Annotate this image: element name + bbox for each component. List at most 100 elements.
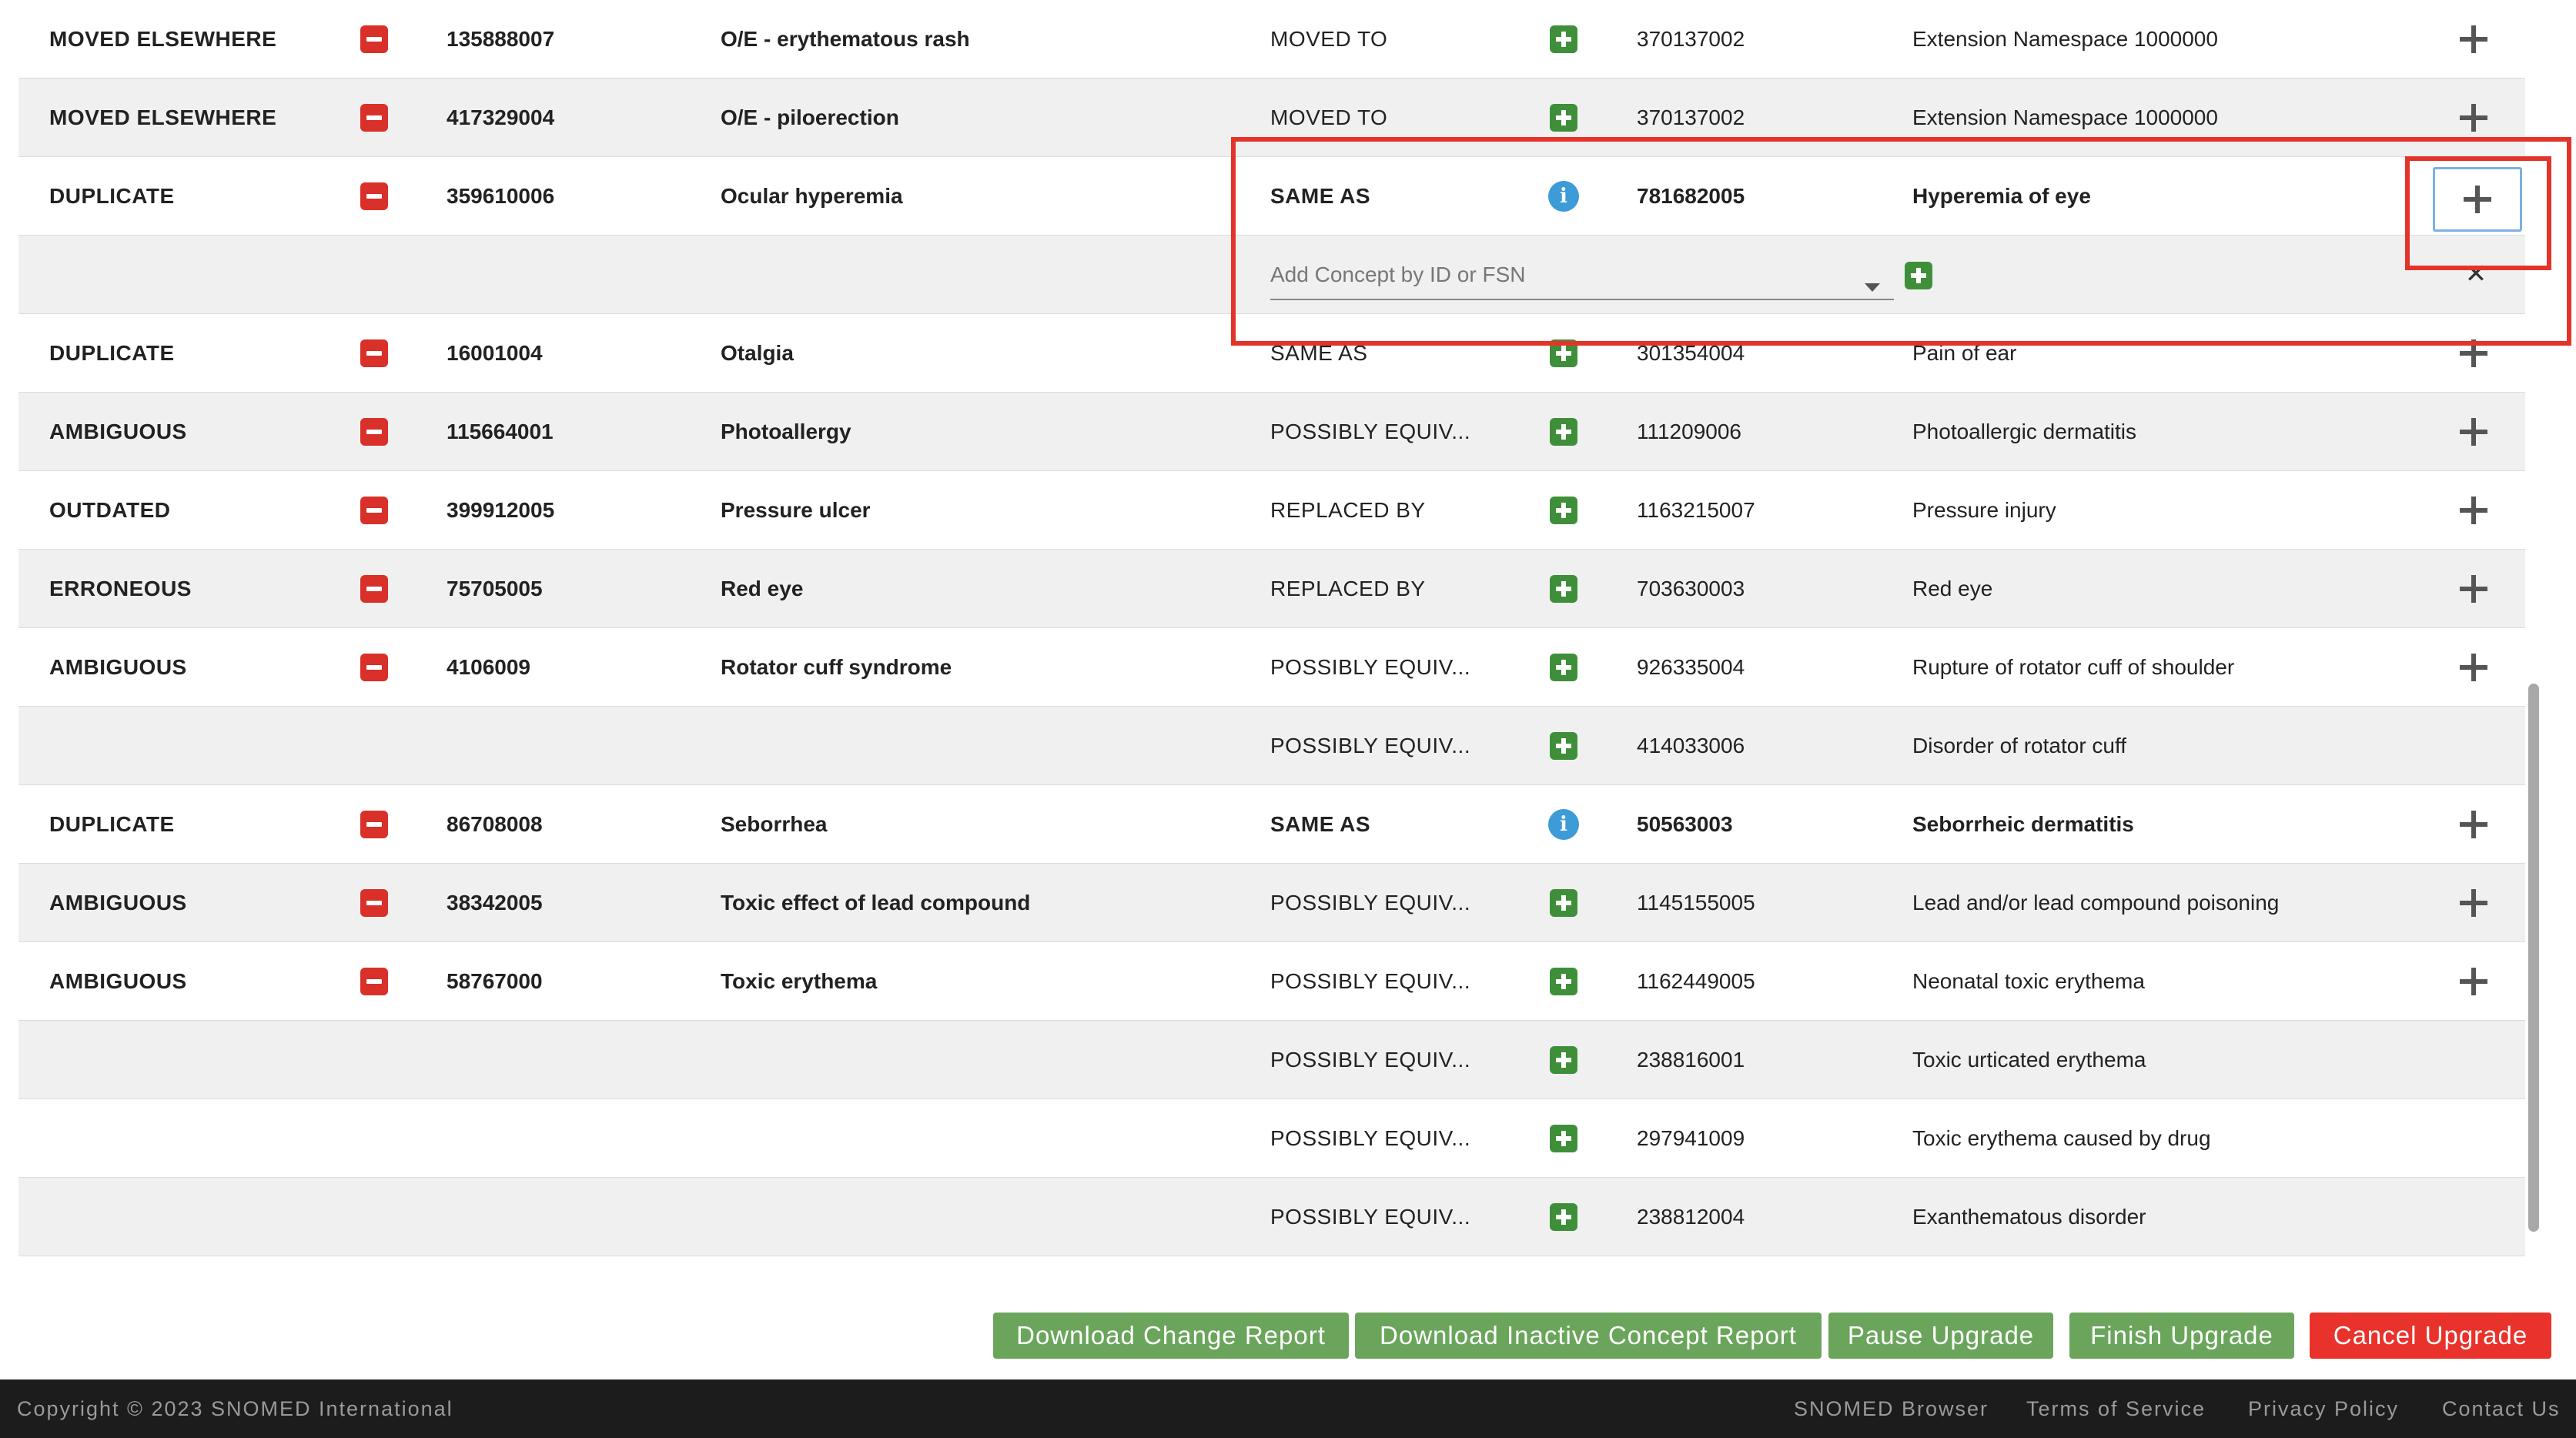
add-row-icon[interactable] xyxy=(2457,965,2490,998)
concept-name: Pressure ulcer xyxy=(721,498,871,522)
target-concept-name: Rupture of rotator cuff of shoulder xyxy=(1912,655,2235,679)
association-type: SAME AS xyxy=(1270,812,1371,836)
remove-icon[interactable] xyxy=(360,968,388,995)
target-concept-name: Extension Namespace 1000000 xyxy=(1912,27,2218,51)
add-row-icon[interactable] xyxy=(2457,23,2490,55)
add-concept-row: ✕ xyxy=(18,236,2525,314)
association-type: MOVED TO xyxy=(1270,105,1388,129)
add-row-icon[interactable] xyxy=(2457,887,2490,919)
add-target-icon[interactable] xyxy=(1550,732,1577,760)
inactivation-reason: MOVED ELSEWHERE xyxy=(49,27,277,51)
table-row: DUPLICATE 86708008 Seborrhea SAME AS i 505630… xyxy=(18,785,2525,864)
remove-icon[interactable] xyxy=(360,575,388,603)
remove-icon[interactable] xyxy=(360,25,388,53)
add-row-icon[interactable] xyxy=(2457,416,2490,448)
target-concept-name: Seborrheic dermatitis xyxy=(1912,812,2134,836)
add-row-icon[interactable] xyxy=(2457,337,2490,370)
add-concept-input[interactable] xyxy=(1270,251,1894,300)
target-concept-id: 370137002 xyxy=(1637,105,1745,129)
add-row-icon[interactable] xyxy=(2457,573,2490,605)
remove-icon[interactable] xyxy=(360,654,388,681)
remove-icon[interactable] xyxy=(360,497,388,524)
concept-name: Photoallergy xyxy=(721,420,851,443)
footer-link-contact-us[interactable]: Contact Us xyxy=(2442,1379,2561,1438)
add-row-icon[interactable] xyxy=(2457,102,2490,134)
table-row: OUTDATED 399912005 Pressure ulcer REPLACED … xyxy=(18,471,2525,550)
table-row: DUPLICATE 359610006 Ocular hyperemia SAME A… xyxy=(18,157,2525,236)
table-row: MOVED ELSEWHERE 417329004 O/E - piloerecti… xyxy=(18,79,2525,157)
add-row-icon[interactable] xyxy=(2457,808,2490,841)
remove-icon[interactable] xyxy=(360,889,388,917)
table-row: MOVED ELSEWHERE 135888007 O/E - erythemato… xyxy=(18,0,2525,79)
add-target-icon[interactable] xyxy=(1550,654,1577,681)
finish-upgrade-button[interactable]: Finish Upgrade xyxy=(2069,1313,2294,1359)
concept-name: Otalgia xyxy=(721,341,794,365)
inactivation-reason: DUPLICATE xyxy=(49,184,175,208)
add-target-icon[interactable] xyxy=(1550,104,1577,132)
vertical-scrollbar[interactable] xyxy=(2528,684,2539,1232)
footer-link-privacy-policy[interactable]: Privacy Policy xyxy=(2248,1379,2399,1438)
table-row: ERRONEOUS 75705005 Red eye REPLACED BY 70363… xyxy=(18,550,2525,628)
add-target-icon[interactable] xyxy=(1550,575,1577,603)
inactivation-reason: DUPLICATE xyxy=(49,341,175,365)
info-icon[interactable]: i xyxy=(1548,181,1579,212)
info-icon[interactable]: i xyxy=(1548,809,1579,840)
target-concept-name: Exanthematous disorder xyxy=(1912,1205,2146,1229)
concept-id: 58767000 xyxy=(447,969,543,993)
target-concept-name: Pressure injury xyxy=(1912,498,2056,522)
target-concept-id: 238812004 xyxy=(1637,1205,1745,1229)
target-concept-id: 301354004 xyxy=(1637,341,1745,365)
table-row: AMBIGUOUS 58767000 Toxic erythema POSSIBLY … xyxy=(18,942,2525,1021)
footer-link-terms-of-service[interactable]: Terms of Service xyxy=(2026,1379,2206,1438)
target-concept-name: Toxic erythema caused by drug xyxy=(1912,1126,2211,1150)
add-concept-icon[interactable] xyxy=(1905,262,1932,289)
table-subrow: POSSIBLY EQUIV... 238816001 Toxic urticate… xyxy=(18,1021,2525,1099)
add-target-icon[interactable] xyxy=(1550,889,1577,917)
download-inactive-concept-report-button[interactable]: Download Inactive Concept Report xyxy=(1355,1313,1822,1359)
footer-link-snomed-browser[interactable]: SNOMED Browser xyxy=(1794,1379,1989,1438)
add-target-icon[interactable] xyxy=(1550,968,1577,995)
add-target-icon[interactable] xyxy=(1550,339,1577,367)
cancel-upgrade-button[interactable]: Cancel Upgrade xyxy=(2310,1313,2551,1359)
add-row-icon[interactable] xyxy=(2457,651,2490,684)
concept-name: O/E - piloerection xyxy=(721,105,899,129)
target-concept-id: 50563003 xyxy=(1637,812,1733,836)
dropdown-caret-icon[interactable] xyxy=(1865,283,1880,292)
remove-icon[interactable] xyxy=(360,104,388,132)
remove-icon[interactable] xyxy=(360,811,388,838)
concept-name: O/E - erythematous rash xyxy=(721,27,970,51)
target-concept-name: Red eye xyxy=(1912,577,1993,600)
association-type: MOVED TO xyxy=(1270,27,1388,51)
add-row-icon[interactable] xyxy=(2433,167,2522,232)
association-type: REPLACED BY xyxy=(1270,498,1426,522)
add-row-icon[interactable] xyxy=(2457,494,2490,527)
pause-upgrade-button[interactable]: Pause Upgrade xyxy=(1828,1313,2053,1359)
association-type: POSSIBLY EQUIV... xyxy=(1270,1048,1471,1072)
add-target-icon[interactable] xyxy=(1550,25,1577,53)
target-concept-name: Neonatal toxic erythema xyxy=(1912,969,2145,993)
add-target-icon[interactable] xyxy=(1550,1125,1577,1152)
download-change-report-button[interactable]: Download Change Report xyxy=(993,1313,1349,1359)
remove-icon[interactable] xyxy=(360,339,388,367)
concept-id: 16001004 xyxy=(447,341,543,365)
target-concept-name: Extension Namespace 1000000 xyxy=(1912,105,2218,129)
add-target-icon[interactable] xyxy=(1550,418,1577,446)
concept-id: 75705005 xyxy=(447,577,543,600)
target-concept-id: 1162449005 xyxy=(1637,969,1755,993)
inactivation-reason: AMBIGUOUS xyxy=(49,655,187,679)
inactivation-reason: AMBIGUOUS xyxy=(49,891,187,915)
remove-icon[interactable] xyxy=(360,418,388,446)
table-subrow: POSSIBLY EQUIV... 414033006 Disorder of ro… xyxy=(18,707,2525,785)
close-icon[interactable]: ✕ xyxy=(2461,259,2491,289)
remove-icon[interactable] xyxy=(360,182,388,210)
association-type: POSSIBLY EQUIV... xyxy=(1270,891,1471,915)
association-type: POSSIBLY EQUIV... xyxy=(1270,420,1471,443)
target-concept-name: Toxic urticated erythema xyxy=(1912,1048,2146,1072)
upgrade-concepts-table: MOVED ELSEWHERE 135888007 O/E - erythemato… xyxy=(18,0,2525,1256)
table-row: DUPLICATE 16001004 Otalgia SAME AS 301354004… xyxy=(18,314,2525,393)
add-target-icon[interactable] xyxy=(1550,1046,1577,1074)
concept-name: Rotator cuff syndrome xyxy=(721,655,952,679)
target-concept-id: 1145155005 xyxy=(1637,891,1755,915)
add-target-icon[interactable] xyxy=(1550,497,1577,524)
add-target-icon[interactable] xyxy=(1550,1203,1577,1231)
